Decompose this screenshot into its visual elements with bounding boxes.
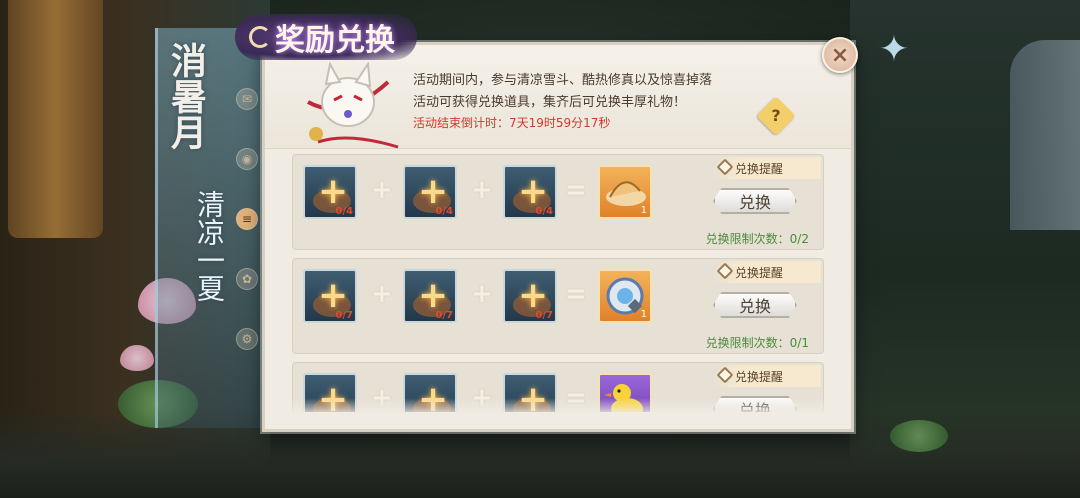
add-icon: + [318, 275, 349, 316]
exchange-limit: 兑换限制次数：0/2 [705, 232, 809, 246]
reward-quantity: 1 [640, 205, 647, 216]
reward-slot[interactable]: 1 [598, 165, 652, 219]
reminder-label: 兑换提醒 [735, 265, 784, 280]
event-description: 活动期间内，参与清凉雪斗、酷热修真以及惊喜掉落活动可获得兑换道具，集齐后可兑换丰… [413, 73, 713, 110]
exchange-limit: 兑换限制次数：0/1 [705, 336, 809, 350]
ingredient-count: 0/7 [335, 310, 353, 321]
checkbox-icon [716, 262, 734, 280]
panel-title-text: 奖励兑换 [275, 23, 395, 58]
exchange-list[interactable]: + 0/4 + + 0/4 + + 0/4 = 1 兑换提醒 兑换 兑换限制次数 [292, 154, 824, 412]
lotus-leaf-icon [890, 420, 948, 452]
lotus-flower-icon [120, 345, 154, 371]
ingredient-count: 0/4 [535, 206, 553, 217]
equals-operator: = [565, 279, 587, 309]
moon-icon [249, 26, 271, 48]
mail-icon[interactable]: ✉ [236, 88, 258, 110]
list-fade [292, 398, 824, 416]
exchange-reminder-toggle[interactable]: 兑换提醒 [713, 365, 821, 387]
checkbox-icon [716, 158, 734, 176]
checkbox-icon [716, 366, 734, 384]
camera-icon[interactable]: ◉ [236, 148, 258, 170]
ingredient-slot[interactable]: + 0/7 [403, 269, 457, 323]
exchange-row: + 0/4 + + 0/4 + + 0/4 = 1 兑换提醒 兑换 兑换限制次数 [292, 154, 824, 250]
reminder-label: 兑换提醒 [735, 161, 784, 176]
gear-icon[interactable]: ⚙ [236, 328, 258, 350]
plus-operator: + [471, 279, 493, 309]
add-icon: + [318, 171, 349, 212]
plus-operator: + [371, 175, 393, 205]
ingredient-slot[interactable]: + 0/4 [303, 165, 357, 219]
ingredient-slot[interactable]: + 0/4 [503, 165, 557, 219]
ingredient-count: 0/7 [435, 310, 453, 321]
add-icon: + [518, 171, 549, 212]
exchange-button[interactable]: 兑换 [713, 292, 797, 318]
scroll-icon[interactable]: ≡ [236, 208, 258, 230]
background-door [8, 0, 103, 238]
reward-quantity: 1 [640, 309, 647, 320]
exchange-reminder-toggle[interactable]: 兑换提醒 [713, 157, 821, 179]
banner-title: 消暑月 [165, 42, 207, 150]
add-icon: + [518, 275, 549, 316]
exchange-button[interactable]: 兑换 [713, 188, 797, 214]
side-tab-list: ✉ ◉ ≡ ✿ ⚙ [232, 88, 262, 350]
ingredient-slot[interactable]: + 0/7 [303, 269, 357, 323]
help-button[interactable]: ? [756, 96, 796, 136]
add-icon: + [418, 275, 449, 316]
equals-operator: = [565, 175, 587, 205]
event-countdown: 活动结束倒计时：7天19时59分17秒 [413, 116, 611, 130]
close-icon: × [830, 42, 850, 68]
ingredient-slot[interactable]: + 0/7 [503, 269, 557, 323]
ingredient-count: 0/4 [335, 206, 353, 217]
ingredient-count: 0/7 [535, 310, 553, 321]
close-button[interactable]: × [822, 37, 858, 73]
background-arch [1010, 40, 1080, 230]
banner-subtitle: 清凉一夏 [193, 190, 226, 302]
ornament-icon: ✦ [878, 29, 910, 70]
plus-operator: + [471, 175, 493, 205]
ingredient-count: 0/4 [435, 206, 453, 217]
exchange-reminder-toggle[interactable]: 兑换提醒 [713, 261, 821, 283]
reminder-label: 兑换提醒 [735, 369, 784, 384]
exchange-row: + 0/7 + + 0/7 + + 0/7 = 1 兑换提醒 兑换 兑换限制次数… [292, 258, 824, 354]
add-icon: + [418, 171, 449, 212]
help-icon: ? [771, 106, 781, 125]
plus-operator: + [371, 279, 393, 309]
creature-icon[interactable]: ✿ [236, 268, 258, 290]
panel-title: 奖励兑换 [235, 14, 417, 60]
ingredient-slot[interactable]: + 0/4 [403, 165, 457, 219]
fox-mask-icon [307, 62, 399, 149]
reward-slot[interactable]: 1 [598, 269, 652, 323]
